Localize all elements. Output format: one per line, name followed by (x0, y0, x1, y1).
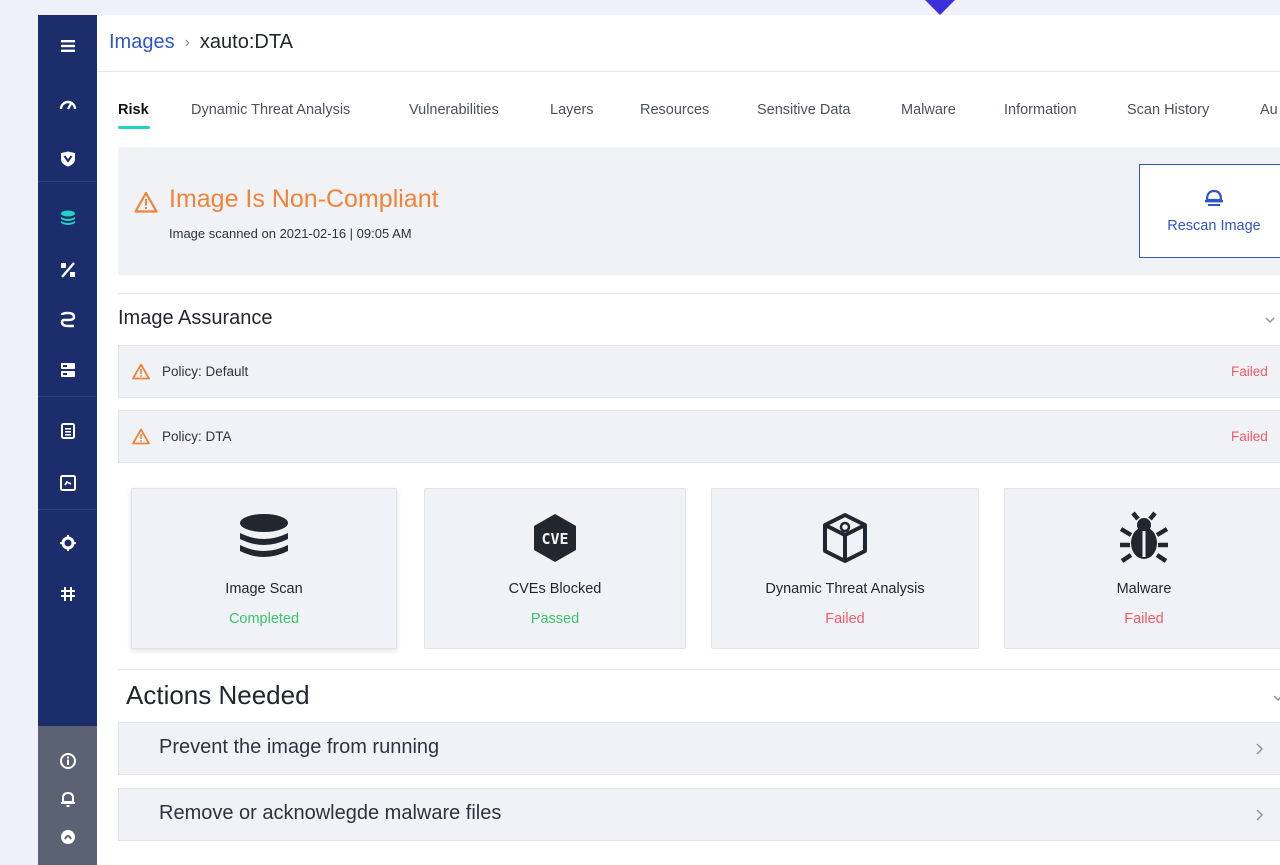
policy-label: Policy: Default (162, 364, 249, 379)
functions-icon[interactable] (38, 307, 97, 333)
scan-timestamp: Image scanned on 2021-02-16 | 09:05 AM (169, 226, 412, 241)
chevron-down-icon[interactable] (1262, 312, 1278, 328)
card-status: Completed (228, 611, 300, 627)
info-icon[interactable] (38, 748, 97, 774)
sidebar-footer (38, 726, 97, 865)
tab-sensitive-data[interactable]: Sensitive Data (757, 102, 851, 118)
card-status: Passed (530, 611, 580, 627)
breadcrumb-separator: › (184, 33, 190, 51)
aqua-logo-icon[interactable] (38, 824, 97, 850)
tab-malware[interactable]: Malware (901, 102, 956, 118)
action-prevent-image-running[interactable]: Prevent the image from running (118, 722, 1280, 775)
tab-resources[interactable]: Resources (640, 102, 709, 118)
warning-triangle-icon (132, 428, 150, 445)
integrations-grid-icon[interactable] (38, 581, 97, 607)
card-label: Image Scan (225, 581, 303, 597)
percent-icon[interactable] (38, 257, 97, 283)
warning-triangle-icon (132, 363, 150, 380)
menu-icon[interactable] (38, 33, 97, 59)
card-label: Dynamic Threat Analysis (765, 581, 925, 597)
action-remove-malware-files[interactable]: Remove or acknowlegde malware files (118, 788, 1280, 841)
tab-risk[interactable]: Risk (118, 102, 150, 129)
list-document-icon[interactable] (38, 418, 97, 444)
card-status: Failed (825, 611, 865, 627)
sidebar-separator (38, 396, 97, 397)
image-assurance-title: Image Assurance (118, 307, 273, 329)
sidebar-nav (38, 15, 97, 865)
tab-dynamic-threat-analysis[interactable]: Dynamic Threat Analysis (191, 102, 350, 118)
card-malware[interactable]: Malware Failed (1004, 488, 1280, 649)
section-divider (118, 293, 1280, 294)
warning-triangle-icon (134, 191, 158, 213)
report-icon[interactable] (38, 470, 97, 496)
tab-vulnerabilities[interactable]: Vulnerabilities (409, 102, 499, 118)
card-status: Failed (1124, 611, 1164, 627)
dta-cube-icon (823, 513, 867, 563)
card-cves-blocked[interactable]: CVE CVEs Blocked Passed (424, 488, 686, 649)
chevron-down-icon[interactable] (1270, 690, 1280, 706)
chevron-right-icon (1256, 809, 1263, 821)
card-label: Malware (1116, 581, 1172, 597)
server-icon[interactable] (38, 357, 97, 383)
layers-stack-icon (240, 514, 288, 557)
rescan-icon (1205, 189, 1223, 206)
decorative-diamond (923, 0, 957, 15)
policy-label: Policy: DTA (162, 429, 232, 444)
action-label: Prevent the image from running (159, 736, 440, 758)
card-dynamic-threat-analysis[interactable]: Dynamic Threat Analysis Failed (711, 488, 979, 649)
compliance-status-banner: Image Is Non-Compliant Image scanned on … (118, 147, 1280, 275)
bug-icon (1119, 511, 1169, 563)
section-divider (118, 669, 1280, 670)
rescan-image-button[interactable]: Rescan Image (1139, 164, 1280, 258)
compliance-status-title: Image Is Non-Compliant (169, 185, 439, 213)
tab-information[interactable]: Information (1004, 102, 1077, 118)
actions-needed-title: Actions Needed (126, 680, 310, 710)
cve-icon: CVE (534, 514, 576, 562)
action-label: Remove or acknowlegde malware files (159, 802, 502, 824)
sidebar-separator (38, 181, 97, 182)
header-divider (97, 71, 1280, 72)
tab-bar: Risk Dynamic Threat Analysis Vulnerabili… (118, 102, 1280, 132)
shield-check-icon[interactable] (38, 146, 97, 172)
card-image-scan[interactable]: Image Scan Completed (131, 488, 397, 649)
settings-gear-icon[interactable] (38, 530, 97, 556)
breadcrumb-current: xauto:DTA (199, 31, 293, 53)
sidebar-separator (38, 509, 97, 510)
svg-text:CVE: CVE (541, 530, 568, 548)
rescan-image-label: Rescan Image (1167, 218, 1261, 234)
tab-layers[interactable]: Layers (550, 102, 594, 118)
card-label: CVEs Blocked (508, 581, 602, 597)
tab-audit[interactable]: Au (1260, 102, 1278, 118)
breadcrumb: Images › xauto:DTA (109, 31, 293, 54)
breadcrumb-images-link[interactable]: Images (109, 31, 175, 54)
policy-status-badge: Failed (1231, 364, 1268, 379)
policy-status-badge: Failed (1231, 429, 1268, 444)
policy-row-default[interactable]: Policy: Default Failed (118, 345, 1280, 398)
main-content: Images › xauto:DTA Risk Dynamic Threat A… (97, 15, 1280, 865)
layers-images-icon[interactable] (38, 205, 97, 231)
notifications-bell-icon[interactable] (38, 786, 97, 812)
dashboard-gauge-icon[interactable] (38, 93, 97, 119)
tab-scan-history[interactable]: Scan History (1127, 102, 1209, 118)
active-tab-indicator (118, 126, 150, 129)
policy-row-dta[interactable]: Policy: DTA Failed (118, 410, 1280, 463)
chevron-right-icon (1256, 743, 1263, 755)
